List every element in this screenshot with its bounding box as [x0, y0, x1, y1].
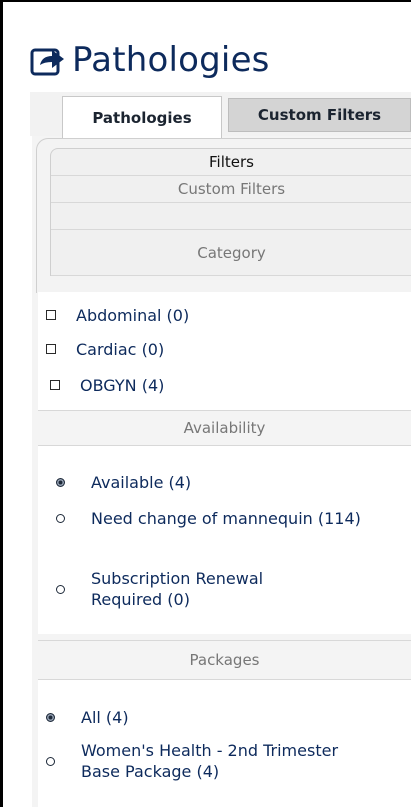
package-label: All (4) — [81, 708, 129, 727]
availability-option-mannequin[interactable]: Need change of mannequin (114) — [56, 508, 376, 529]
availability-option-available[interactable]: Available (4) — [56, 472, 376, 493]
radio-button[interactable] — [56, 478, 65, 487]
checkbox[interactable] — [46, 310, 56, 320]
tab-pathologies-label: Pathologies — [92, 108, 192, 127]
package-option-womens-health[interactable]: Women's Health - 2nd Trimester Base Pack… — [46, 740, 396, 782]
category-label: Abdominal (0) — [76, 305, 190, 325]
availability-label: Available (4) — [91, 473, 192, 492]
category-item-obgyn[interactable]: OBGYN (4) — [50, 372, 164, 398]
checkbox[interactable] — [46, 344, 56, 354]
radio-button[interactable] — [46, 713, 55, 722]
radio-button[interactable] — [56, 514, 65, 523]
availability-label: Subscription Renewal Required (0) — [91, 569, 264, 609]
filters-empty-row — [51, 203, 411, 230]
category-header: Category — [51, 230, 411, 276]
custom-filters-link[interactable]: Custom Filters — [51, 176, 411, 203]
tab-custom-filters-label: Custom Filters — [257, 106, 382, 124]
filters-title: Filters — [51, 149, 411, 176]
category-item-cardiac[interactable]: Cardiac (0) — [46, 336, 164, 362]
tab-custom-filters[interactable]: Custom Filters — [228, 98, 411, 132]
share-export-icon — [30, 48, 64, 76]
tab-pathologies[interactable]: Pathologies — [62, 96, 222, 138]
checkbox[interactable] — [50, 380, 60, 390]
category-item-abdominal[interactable]: Abdominal (0) — [46, 302, 189, 328]
page-header: Pathologies — [30, 32, 270, 88]
category-label: Cardiac (0) — [76, 339, 165, 359]
availability-label: Need change of mannequin (114) — [91, 509, 361, 528]
availability-header: Availability — [38, 410, 411, 446]
radio-button[interactable] — [56, 584, 65, 594]
packages-header: Packages — [38, 640, 411, 680]
availability-option-subscription[interactable]: Subscription Renewal Required (0) — [56, 568, 376, 610]
package-label: Women's Health - 2nd Trimester Base Pack… — [81, 741, 339, 781]
package-option-all[interactable]: All (4) — [46, 707, 386, 728]
page-title: Pathologies — [72, 40, 270, 80]
radio-button[interactable] — [46, 756, 55, 766]
filters-list: Filters Custom Filters Category — [50, 148, 411, 276]
category-label: OBGYN (4) — [80, 375, 165, 395]
